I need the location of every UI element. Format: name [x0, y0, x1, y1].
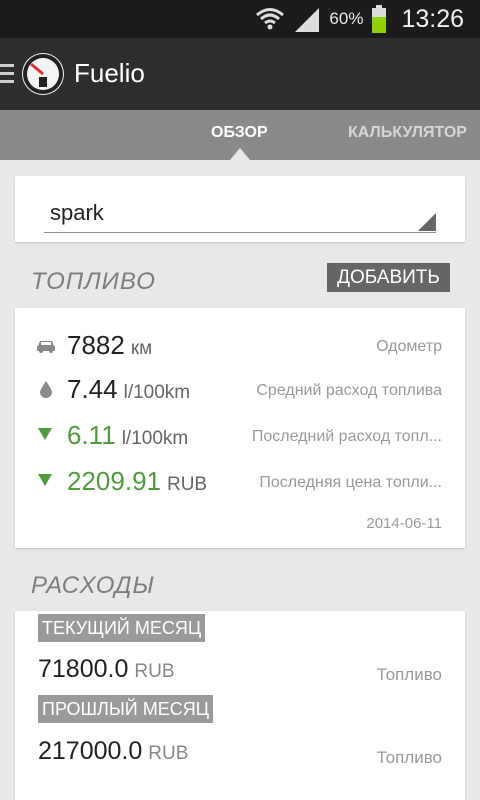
add-fuel-button[interactable]: ДОБАВИТЬ	[327, 263, 450, 292]
last-fill-date: 2014-06-11	[366, 515, 442, 532]
vehicle-spinner-value: spark	[50, 200, 104, 225]
battery-percent: 60%	[329, 9, 364, 28]
fuel-section-title: ТОПЛИВО	[31, 268, 156, 295]
tab-overview[interactable]: ОБЗОР	[211, 124, 268, 142]
action-bar: Fuelio	[0, 38, 480, 110]
last-month-badge: ПРОШЛЫЙ МЕСЯЦ	[38, 695, 214, 723]
car-icon	[37, 341, 55, 353]
last-month-category: Топливо	[376, 748, 442, 767]
vehicle-spinner[interactable]: spark	[44, 196, 436, 233]
last-month-value: 217000.0 RUB	[38, 737, 189, 765]
odometer-label: Одометр	[376, 338, 442, 355]
fuel-gauge-logo-icon[interactable]	[22, 53, 64, 95]
spinner-arrow-icon	[418, 213, 436, 231]
fuel-row-average: 7.44 l/100km Средний расход топлива	[0, 370, 480, 410]
current-month-value: 71800.0 RUB	[38, 655, 175, 683]
fuel-row-odometer: 7882 км Одометр	[0, 326, 480, 366]
last-consumption-label: Последний расход топл...	[251, 428, 442, 445]
status-bar: 60% 13:26	[0, 0, 480, 38]
battery-icon	[372, 5, 387, 33]
arrow-down-icon	[38, 428, 52, 440]
odometer-value: 7882 км	[67, 330, 153, 360]
last-consumption-value: 6.11 l/100km	[67, 420, 189, 450]
average-consumption-value: 7.44 l/100km	[67, 374, 191, 404]
drawer-menu-icon[interactable]	[0, 64, 14, 84]
arrow-down-icon	[38, 474, 52, 486]
current-month-badge: ТЕКУЩИЙ МЕСЯЦ	[38, 614, 206, 642]
last-price-value: 2209.91 RUB	[67, 466, 208, 496]
active-tab-indicator	[230, 148, 250, 160]
tab-calculator[interactable]: КАЛЬКУЛЯТОР	[348, 124, 467, 142]
clock: 13:26	[401, 4, 464, 33]
current-month-category: Топливо	[376, 665, 442, 684]
fuel-drop-icon	[40, 381, 52, 398]
status-icons: 60% 13:26	[255, 0, 464, 38]
average-consumption-label: Средний расход топлива	[256, 382, 442, 399]
last-price-label: Последняя цена топли...	[259, 474, 442, 491]
app-title: Fuelio	[74, 58, 145, 88]
signal-icon	[295, 8, 320, 32]
fuel-row-last-consumption: 6.11 l/100km Последний расход топл...	[0, 416, 480, 456]
wifi-icon	[256, 8, 285, 30]
fuel-row-last-price: 2209.91 RUB Последняя цена топли...	[0, 462, 480, 502]
expenses-section-title: РАСХОДЫ	[31, 572, 155, 599]
